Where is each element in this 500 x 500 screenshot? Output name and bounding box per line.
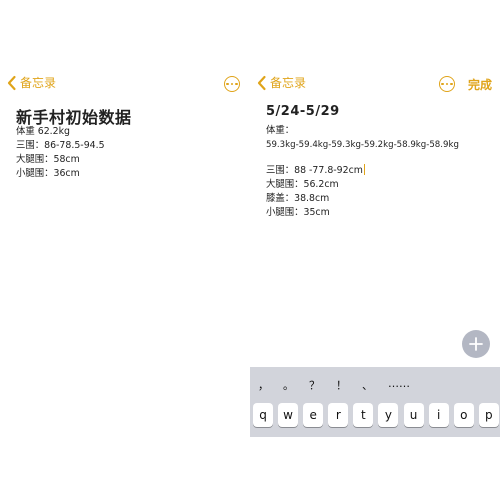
key-y[interactable]: y (378, 403, 399, 427)
weight-label: 体重： (266, 125, 295, 136)
key-i[interactable]: i (428, 403, 449, 427)
key-p[interactable]: p (478, 403, 499, 427)
left-note-body[interactable]: 体重 62.2kg 三围：86-78.5-94.5 大腿围：58cm 小腿围：3… (16, 125, 248, 181)
ellipsis-dot (441, 82, 444, 86)
measurement-line: 小腿围：35cm (266, 207, 330, 218)
right-note-title[interactable]: 5/24-5/29 (266, 104, 500, 119)
add-button[interactable] (462, 330, 490, 358)
screenshot-stage: 备忘录 新手村初始数据 体重 62.2kg 三围：86-78.5-94.5 大腿… (0, 0, 500, 500)
note-line: 体重 62.2kg (16, 126, 70, 137)
candidate-key[interactable]: ， (258, 377, 269, 393)
candidate-key[interactable]: ！ (336, 377, 347, 393)
key-u[interactable]: u (403, 403, 424, 427)
chevron-left-icon (7, 75, 16, 90)
note-line: 小腿围：36cm (16, 168, 80, 179)
key-e[interactable]: e (303, 403, 324, 427)
right-back-button[interactable]: 备忘录 (256, 74, 306, 91)
note-line: 三围：86-78.5-94.5 (16, 140, 105, 151)
candidate-key[interactable]: 、 (362, 377, 373, 393)
right-navbar: 备忘录 完成 (250, 72, 500, 100)
ellipsis-dot (226, 82, 229, 86)
weight-values: 59.3kg-59.4kg-59.3kg-59.2kg-58.9kg-58.9k… (266, 140, 459, 150)
measurement-line: 三围：88 -77.8-92cm (266, 164, 500, 178)
candidate-key[interactable]: …… (388, 377, 410, 390)
key-t[interactable]: t (353, 403, 374, 427)
left-back-button[interactable]: 备忘录 (6, 74, 56, 91)
ellipsis-dot (235, 82, 238, 86)
left-more-button[interactable] (224, 76, 240, 92)
done-button[interactable]: 完成 (468, 76, 492, 93)
right-note-body[interactable]: 体重： 59.3kg-59.4kg-59.3kg-59.2kg-58.9kg-5… (266, 124, 500, 220)
left-back-label: 备忘录 (20, 76, 57, 90)
left-navbar: 备忘录 (0, 72, 248, 100)
candidate-key[interactable]: ？ (309, 377, 320, 393)
note-line: 大腿围：58cm (16, 154, 80, 165)
ellipsis-dot (230, 82, 234, 86)
keyboard-row-1: q w e r t y u i o p (253, 403, 499, 427)
key-w[interactable]: w (278, 403, 299, 427)
text-cursor (363, 164, 365, 175)
key-r[interactable]: r (328, 403, 349, 427)
chevron-left-icon (257, 75, 266, 90)
plus-icon (469, 337, 483, 351)
left-note-pane: 备忘录 新手村初始数据 体重 62.2kg 三围：86-78.5-94.5 大腿… (0, 0, 248, 500)
ellipsis-dot (445, 82, 449, 86)
measurement-line: 大腿围：56.2cm (266, 179, 339, 190)
candidate-key[interactable]: 。 (283, 377, 294, 393)
key-q[interactable]: q (253, 403, 273, 427)
right-more-button[interactable] (439, 76, 455, 92)
ellipsis-dot (450, 82, 453, 86)
keyboard: ， 。 ？ ！ 、 …… q w e r t y u i o p (250, 367, 500, 437)
measurement-text: 三围：88 -77.8-92cm (266, 165, 363, 176)
candidate-bar: ， 。 ？ ！ 、 …… (250, 375, 500, 395)
measurement-line: 膝盖：38.8cm (266, 193, 330, 204)
right-back-label: 备忘录 (270, 76, 307, 90)
key-o[interactable]: o (453, 403, 474, 427)
